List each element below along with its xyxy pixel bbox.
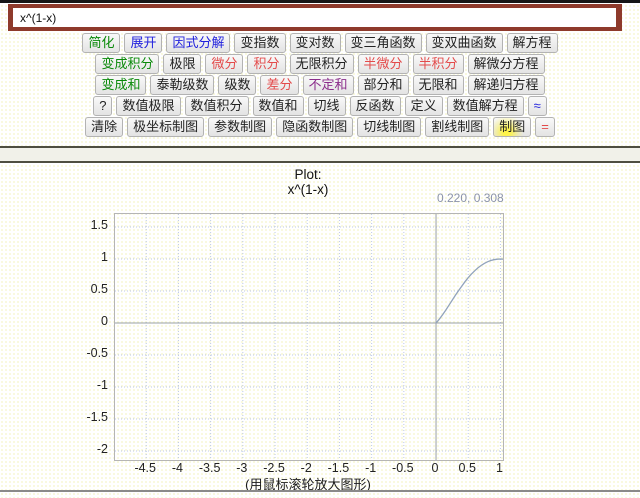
numeric-limit-button[interactable]: 数值极限 bbox=[116, 96, 180, 116]
toolbar-row-5: 清除极坐标制图参数制图隐函数制图切线制图割线制图制图= bbox=[0, 117, 640, 138]
to-exponential-button[interactable]: 变指数 bbox=[234, 33, 285, 53]
expand-button[interactable]: 展开 bbox=[124, 33, 162, 53]
semi-integral-button[interactable]: 半积分 bbox=[413, 54, 464, 74]
differentiate-button[interactable]: 微分 bbox=[205, 54, 243, 74]
plot-canvas bbox=[115, 214, 503, 460]
to-logarithm-button[interactable]: 变对数 bbox=[290, 33, 341, 53]
integrate-button[interactable]: 积分 bbox=[247, 54, 285, 74]
toolbar-row-3: 变成和泰勒级数级数差分不定和部分和无限和解递归方程 bbox=[0, 75, 640, 96]
semi-derivative-button[interactable]: 半微分 bbox=[358, 54, 409, 74]
inverse-function-button[interactable]: 反函数 bbox=[350, 96, 401, 116]
numeric-integral-button[interactable]: 数值积分 bbox=[185, 96, 249, 116]
y-tick-label: -1.5 bbox=[58, 410, 108, 425]
numeric-solve-button[interactable]: 数值解方程 bbox=[447, 96, 524, 116]
solve-equation-button[interactable]: 解方程 bbox=[507, 33, 558, 53]
y-tick-label: -1 bbox=[58, 378, 108, 393]
limit-button[interactable]: 极限 bbox=[163, 54, 201, 74]
cursor-coordinates: 0.220, 0.308 bbox=[437, 191, 504, 205]
secant-plot-button[interactable]: 割线制图 bbox=[425, 117, 489, 137]
difference-button[interactable]: 差分 bbox=[260, 75, 298, 95]
numeric-sum-button[interactable]: 数值和 bbox=[253, 96, 304, 116]
y-tick-label: 1 bbox=[58, 250, 108, 265]
factor-button[interactable]: 因式分解 bbox=[166, 33, 230, 53]
definition-button[interactable]: 定义 bbox=[405, 96, 443, 116]
clear-button[interactable]: 清除 bbox=[85, 117, 123, 137]
y-tick-label: 0.5 bbox=[58, 282, 108, 297]
y-tick-label: 0 bbox=[58, 314, 108, 329]
indefinite-sum-button[interactable]: 不定和 bbox=[303, 75, 354, 95]
help-button[interactable]: ? bbox=[93, 96, 112, 116]
y-tick-label: -2 bbox=[58, 442, 108, 457]
to-integral-button[interactable]: 变成积分 bbox=[95, 54, 159, 74]
plot-title-line1: Plot: bbox=[114, 167, 502, 182]
solve-ode-button[interactable]: 解微分方程 bbox=[468, 54, 545, 74]
toolbar-row-1: 简化展开因式分解变指数变对数变三角函数变双曲函数解方程 bbox=[0, 33, 640, 54]
bottom-divider bbox=[0, 490, 640, 492]
to-trig-button[interactable]: 变三角函数 bbox=[345, 33, 422, 53]
toolbar-row-2: 变成积分极限微分积分无限积分半微分半积分解微分方程 bbox=[0, 54, 640, 75]
approx-button[interactable]: ≈ bbox=[528, 96, 547, 116]
series-button[interactable]: 级数 bbox=[218, 75, 256, 95]
partial-sum-button[interactable]: 部分和 bbox=[358, 75, 409, 95]
plot-button[interactable]: 制图 bbox=[493, 117, 531, 137]
implicit-plot-button[interactable]: 隐函数制图 bbox=[276, 117, 353, 137]
taylor-series-button[interactable]: 泰勒级数 bbox=[150, 75, 214, 95]
to-hyperbolic-button[interactable]: 变双曲函数 bbox=[426, 33, 503, 53]
parametric-plot-button[interactable]: 参数制图 bbox=[208, 117, 272, 137]
top-border bbox=[0, 0, 640, 3]
solve-recurrence-button[interactable]: 解递归方程 bbox=[468, 75, 545, 95]
infinite-sum-button[interactable]: 无限和 bbox=[413, 75, 464, 95]
tangent-button[interactable]: 切线 bbox=[308, 96, 346, 116]
expression-input[interactable] bbox=[13, 8, 616, 27]
y-tick-label: -0.5 bbox=[58, 346, 108, 361]
section-divider bbox=[0, 146, 640, 163]
toolbar: 简化展开因式分解变指数变对数变三角函数变双曲函数解方程变成积分极限微分积分无限积… bbox=[0, 33, 640, 138]
plot-frame[interactable] bbox=[114, 213, 504, 461]
y-tick-label: 1.5 bbox=[58, 218, 108, 233]
tangent-plot-button[interactable]: 切线制图 bbox=[357, 117, 421, 137]
simplify-button[interactable]: 简化 bbox=[82, 33, 120, 53]
expression-input-bar bbox=[8, 4, 622, 31]
toolbar-row-4: ?数值极限数值积分数值和切线反函数定义数值解方程≈ bbox=[0, 96, 640, 117]
polar-plot-button[interactable]: 极坐标制图 bbox=[127, 117, 204, 137]
to-sum-button[interactable]: 变成和 bbox=[95, 75, 146, 95]
equals-button[interactable]: = bbox=[535, 117, 555, 137]
infinite-integral-button[interactable]: 无限积分 bbox=[290, 54, 354, 74]
